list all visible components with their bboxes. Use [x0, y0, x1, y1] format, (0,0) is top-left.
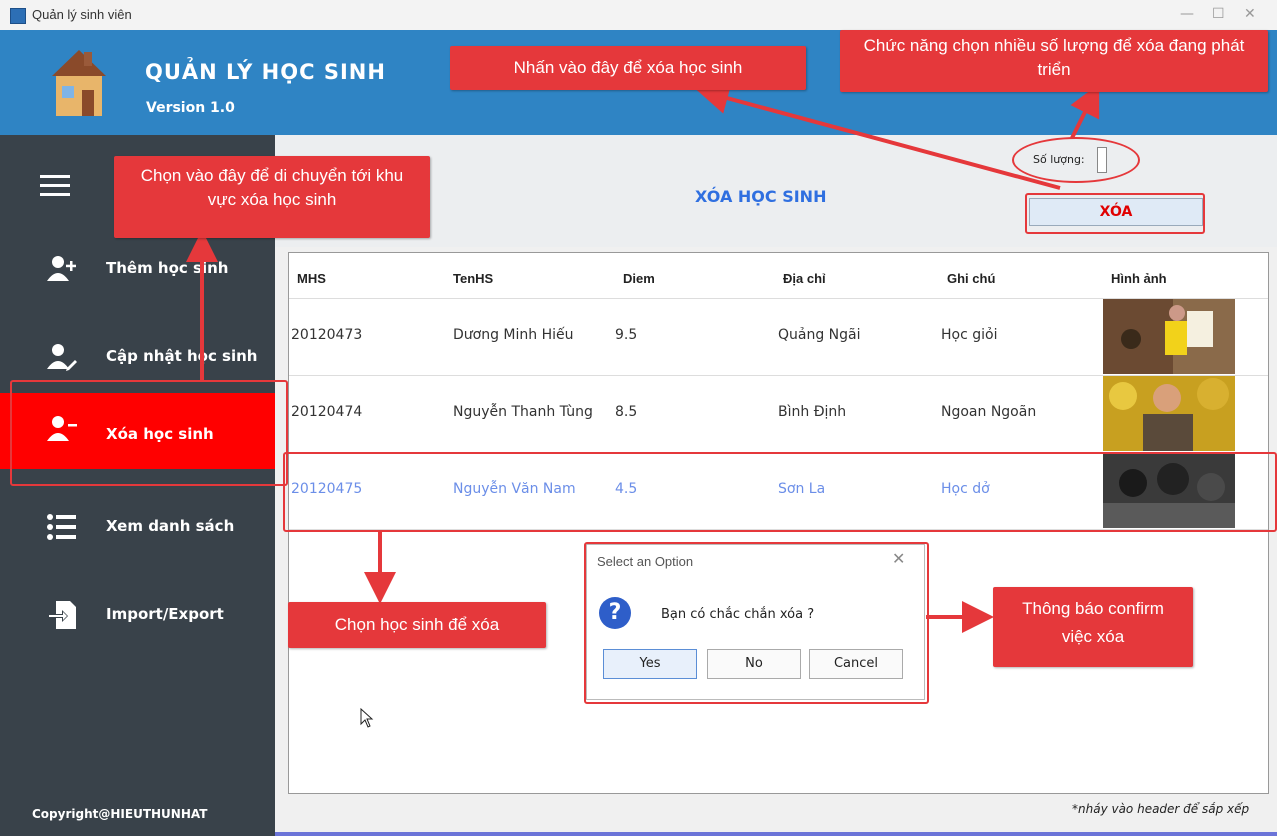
- table-row[interactable]: 20120474 Nguyễn Thanh Tùng 8.5 Bình Định…: [289, 376, 1268, 453]
- note-delete-click: Nhấn vào đây để xóa học sinh: [450, 46, 806, 90]
- maximize-icon[interactable]: ☐: [1212, 6, 1225, 22]
- column-header-image[interactable]: Hình ảnh: [1111, 271, 1167, 286]
- table-row[interactable]: 20120473 Dương Minh Hiếu 9.5 Quảng Ngãi …: [289, 299, 1268, 376]
- list-icon: [47, 514, 76, 540]
- column-header-note[interactable]: Ghi chú: [947, 271, 995, 286]
- cell-address: Bình Định: [778, 404, 847, 420]
- cell-note: Học giỏi: [941, 327, 998, 343]
- version-label: Version 1.0: [146, 100, 235, 116]
- hamburger-menu-icon[interactable]: [40, 173, 70, 199]
- cell-note: Ngoan Ngoãn: [941, 404, 1037, 420]
- cell-mhs: 20120474: [291, 404, 363, 420]
- cell-mhs: 20120473: [291, 327, 363, 343]
- sidebar-item-import-export[interactable]: Import/Export: [0, 581, 275, 651]
- copyright-text: Copyright@HIEUTHUNHAT: [32, 807, 208, 821]
- window-title: Quản lý sinh viên: [32, 7, 132, 22]
- mouse-cursor-icon: [360, 708, 374, 728]
- sidebar-item-label: Xem danh sách: [106, 517, 235, 535]
- column-header-name[interactable]: TenHS: [453, 271, 493, 286]
- house-logo-icon: [52, 50, 106, 116]
- highlight-quantity: [1012, 137, 1140, 183]
- minimize-icon[interactable]: —: [1180, 6, 1194, 22]
- highlight-dialog: [584, 542, 929, 704]
- student-photo: [1103, 299, 1235, 374]
- student-photo: [1103, 376, 1235, 451]
- app-icon: [10, 8, 26, 24]
- sidebar-item-label: Thêm học sinh: [106, 259, 229, 277]
- app-title: QUẢN LÝ HỌC SINH: [145, 60, 386, 84]
- sidebar-item-label: Cập nhật học sinh: [106, 347, 258, 365]
- highlight-selected-row: [283, 452, 1277, 532]
- note-choose-student: Chọn học sinh để xóa: [288, 602, 546, 648]
- highlight-delete-button: [1025, 193, 1205, 234]
- sidebar-item-label: Import/Export: [106, 605, 224, 623]
- cell-name: Nguyễn Thanh Tùng: [453, 404, 593, 420]
- column-header-mhs[interactable]: MHS: [297, 271, 326, 286]
- cell-score: 9.5: [615, 327, 638, 343]
- bottom-border: [275, 832, 1277, 836]
- column-header-address[interactable]: Địa chỉ: [783, 271, 826, 286]
- column-header-score[interactable]: Diem: [623, 271, 655, 286]
- edit-user-icon: [47, 344, 77, 371]
- cell-address: Quảng Ngãi: [778, 327, 861, 343]
- page-title: XÓA HỌC SINH: [695, 187, 827, 206]
- note-multi-select: Chức năng chọn nhiều số lượng để xóa đan…: [840, 30, 1268, 92]
- close-icon[interactable]: ✕: [1244, 6, 1256, 22]
- title-bar: Quản lý sinh viên — ☐ ✕: [0, 0, 1277, 30]
- sidebar-item-add[interactable]: Thêm học sinh: [0, 235, 275, 305]
- note-navigate: Chọn vào đây để di chuyển tới khu vực xó…: [114, 156, 430, 238]
- sort-hint: *nháy vào header để sắp xếp: [1072, 802, 1250, 816]
- sidebar-item-list[interactable]: Xem danh sách: [0, 493, 275, 563]
- note-confirm: Thông báo confirm việc xóa: [993, 587, 1193, 667]
- cell-name: Dương Minh Hiếu: [453, 327, 574, 343]
- cell-score: 8.5: [615, 404, 638, 420]
- highlight-sidebar-delete: [10, 380, 288, 486]
- import-export-icon: [48, 601, 76, 629]
- add-user-icon: [47, 256, 76, 281]
